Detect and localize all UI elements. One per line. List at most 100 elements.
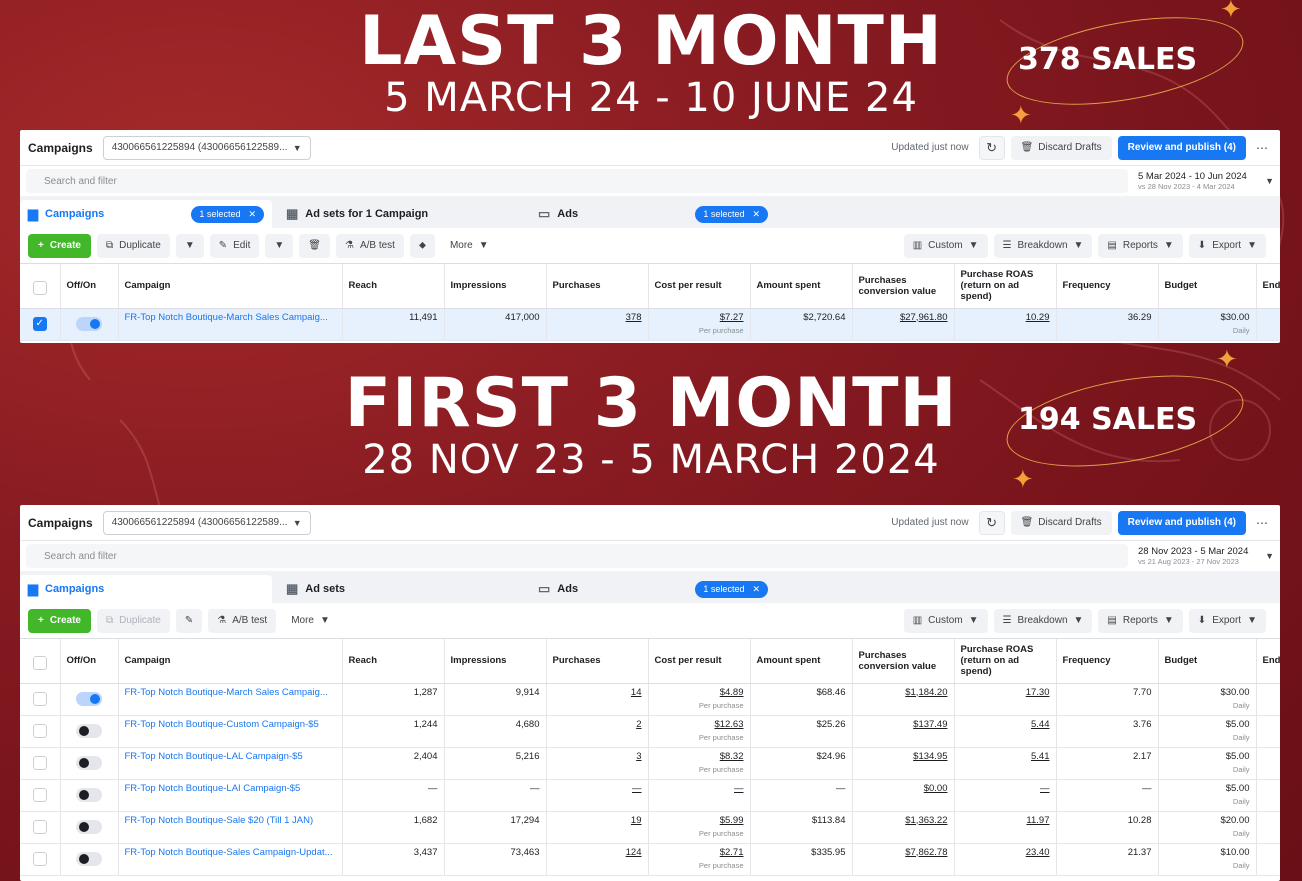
- tab-ad-sets[interactable]: ▦ Ad sets: [278, 575, 524, 603]
- reports-button[interactable]: ▤ Reports ▼: [1098, 233, 1183, 258]
- row-checkbox-cell[interactable]: [20, 811, 61, 844]
- tab-ad-sets[interactable]: ▦ Ad sets for 1 Campaign: [278, 200, 524, 228]
- toggle-cell[interactable]: [60, 843, 119, 876]
- roas-value[interactable]: 10.29: [1026, 312, 1050, 323]
- checkbox[interactable]: [32, 787, 47, 802]
- table-row[interactable]: FR-Top Notch Boutique-LAI Campaign-$5— — —…: [20, 779, 1280, 812]
- discard-drafts-button[interactable]: 🗑 Discard Drafts: [1010, 510, 1112, 535]
- create-button[interactable]: + Create: [28, 233, 91, 258]
- purchases-value[interactable]: —: [632, 783, 642, 794]
- campaign-toggle[interactable]: [76, 787, 102, 802]
- columns-custom-button[interactable]: ▥ Custom ▼: [903, 233, 988, 258]
- column-header[interactable]: Off/On: [60, 264, 119, 309]
- ab-test-button[interactable]: ⚗ A/B test: [335, 233, 404, 258]
- delete-button[interactable]: 🗑: [299, 233, 330, 258]
- toggle-cell[interactable]: [60, 811, 119, 844]
- column-header[interactable]: Campaign: [118, 639, 343, 684]
- cost-value[interactable]: $7.27: [720, 312, 744, 323]
- edit-button[interactable]: ✎: [175, 608, 203, 633]
- column-header[interactable]: Impressions: [444, 264, 547, 309]
- column-header[interactable]: Purchases conversion value: [852, 264, 955, 309]
- ab-test-button[interactable]: ⚗ A/B test: [208, 608, 277, 633]
- cost-value[interactable]: $8.32: [720, 751, 744, 762]
- column-header[interactable]: Amount spent: [750, 639, 853, 684]
- account-selector[interactable]: 430066561225894 (43006656122589... ▼: [102, 135, 311, 160]
- breakdown-button[interactable]: ☰ Breakdown ▼: [993, 233, 1093, 258]
- purchases-value[interactable]: 14: [631, 687, 642, 698]
- duplicate-dropdown[interactable]: ▼: [175, 233, 204, 258]
- conv-value[interactable]: $137.49: [913, 719, 947, 730]
- close-icon[interactable]: ✕: [248, 209, 256, 220]
- close-icon[interactable]: ✕: [752, 209, 760, 220]
- campaign-toggle[interactable]: [76, 755, 102, 770]
- refresh-button[interactable]: ↻: [978, 135, 1005, 160]
- column-header[interactable]: Amount spent: [750, 264, 853, 309]
- campaign-toggle[interactable]: [76, 316, 102, 331]
- more-options-icon[interactable]: ⋯: [1252, 516, 1272, 530]
- conv-value[interactable]: $134.95: [913, 751, 947, 762]
- row-checkbox-cell[interactable]: [20, 843, 61, 876]
- checkbox[interactable]: [32, 755, 47, 770]
- purchases-value[interactable]: 124: [626, 847, 642, 858]
- checkbox[interactable]: [32, 281, 47, 296]
- cost-value[interactable]: $12.63: [714, 719, 743, 730]
- table-row[interactable]: FR-Top Notch Boutique-March Sales Campai…: [20, 683, 1280, 716]
- column-header[interactable]: Impressions: [444, 639, 547, 684]
- column-header[interactable]: Ends: [1256, 264, 1280, 309]
- toggle-cell[interactable]: [60, 308, 119, 341]
- export-button[interactable]: ⬇ Export ▼: [1188, 608, 1266, 633]
- conv-value[interactable]: $0.00: [924, 783, 948, 794]
- columns-custom-button[interactable]: ▥ Custom ▼: [903, 608, 988, 633]
- conv-value[interactable]: $1,363.22: [905, 815, 947, 826]
- campaign-name[interactable]: FR-Top Notch Boutique-March Sales Campai…: [118, 308, 343, 341]
- column-header[interactable]: Budget: [1158, 639, 1257, 684]
- purchases-value[interactable]: 19: [631, 815, 642, 826]
- roas-value[interactable]: 23.40: [1026, 847, 1050, 858]
- campaign-toggle[interactable]: [76, 691, 102, 706]
- breakdown-button[interactable]: ☰ Breakdown ▼: [993, 608, 1093, 633]
- column-header[interactable]: Frequency: [1056, 264, 1159, 309]
- column-header[interactable]: Frequency: [1056, 639, 1159, 684]
- tab-campaigns[interactable]: ▆ Campaigns: [20, 575, 272, 603]
- selection-chip[interactable]: 1 selected ✕: [191, 205, 264, 223]
- tab-campaigns[interactable]: ▆ Campaigns 1 selected ✕: [20, 200, 272, 228]
- row-checkbox-cell[interactable]: ✓: [20, 308, 61, 341]
- checkbox[interactable]: [32, 656, 47, 671]
- refresh-button[interactable]: ↻: [978, 510, 1005, 535]
- close-icon[interactable]: ✕: [752, 584, 760, 595]
- roas-value[interactable]: 17.30: [1026, 687, 1050, 698]
- column-header[interactable]: Ends: [1256, 639, 1280, 684]
- campaign-name[interactable]: FR-Top Notch Boutique-Sales Campaign-Upd…: [118, 843, 343, 876]
- conv-value[interactable]: $7,862.78: [905, 847, 947, 858]
- selection-chip[interactable]: 1 selected ✕: [695, 205, 768, 223]
- campaign-toggle[interactable]: [76, 723, 102, 738]
- purchases-value[interactable]: 2: [636, 719, 641, 730]
- cost-value[interactable]: $5.99: [720, 815, 744, 826]
- campaign-name[interactable]: FR-Top Notch Boutique-LAI Campaign-$5: [118, 779, 343, 812]
- toggle-cell[interactable]: [60, 683, 119, 716]
- column-header[interactable]: Purchases: [546, 264, 649, 309]
- column-header[interactable]: Reach: [342, 264, 445, 309]
- roas-value[interactable]: 5.41: [1031, 751, 1050, 762]
- purchases-value[interactable]: 378: [626, 312, 642, 323]
- cost-value[interactable]: $4.89: [720, 687, 744, 698]
- campaign-toggle[interactable]: [76, 819, 102, 834]
- table-row[interactable]: FR-Top Notch Boutique-Sale $20 (Till 1 J…: [20, 811, 1280, 844]
- column-header[interactable]: Campaign: [118, 264, 343, 309]
- account-selector[interactable]: 430066561225894 (43006656122589... ▼: [102, 510, 311, 535]
- checkbox[interactable]: [32, 819, 47, 834]
- more-button[interactable]: More ▼: [282, 609, 339, 633]
- table-row[interactable]: FR-Top Notch Boutique-Sales Campaign-Upd…: [20, 843, 1280, 876]
- campaign-name[interactable]: FR-Top Notch Boutique-March Sales Campai…: [118, 683, 343, 716]
- cost-value[interactable]: $2.71: [720, 847, 744, 858]
- column-header[interactable]: Off/On: [60, 639, 119, 684]
- column-header[interactable]: Cost per result: [648, 264, 751, 309]
- column-header[interactable]: Cost per result: [648, 639, 751, 684]
- toggle-cell[interactable]: [60, 779, 119, 812]
- roas-value[interactable]: 11.97: [1026, 815, 1049, 826]
- review-publish-button[interactable]: Review and publish (4): [1117, 135, 1246, 160]
- checkbox[interactable]: [32, 851, 47, 866]
- review-publish-button[interactable]: Review and publish (4): [1117, 510, 1246, 535]
- conv-value[interactable]: $27,961.80: [900, 312, 948, 323]
- checkbox[interactable]: ✓: [32, 316, 47, 331]
